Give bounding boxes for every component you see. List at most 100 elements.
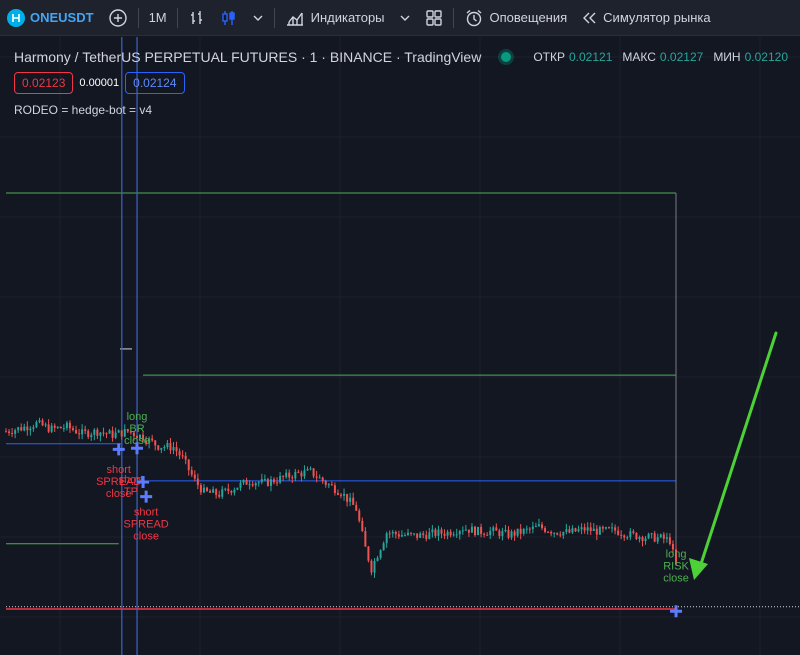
- candle-body: [388, 533, 391, 535]
- indicators-button[interactable]: Индикаторы: [278, 0, 392, 36]
- candle-body: [480, 526, 483, 534]
- candle-body: [568, 529, 571, 533]
- candle-body: [446, 531, 449, 536]
- candle-body: [647, 533, 650, 539]
- candle-body: [254, 483, 257, 486]
- chart-pane[interactable]: long BR close short SPREAD close short TP short S…: [0, 37, 800, 655]
- candle-body: [492, 527, 495, 531]
- candle-body: [75, 430, 78, 434]
- candle-body: [361, 520, 364, 532]
- trade-marker-plus-icon: [140, 490, 153, 503]
- candle-body: [327, 484, 330, 486]
- alerts-button[interactable]: Оповещения: [457, 0, 575, 36]
- candle-body: [178, 451, 181, 456]
- candle-body: [397, 534, 400, 537]
- candle-body: [333, 485, 336, 493]
- signal-label-line: TP: [124, 486, 138, 498]
- candle-body: [285, 472, 288, 477]
- candle-body: [617, 530, 620, 535]
- candle-body: [422, 533, 425, 536]
- candlestick-style-icon[interactable]: [213, 0, 245, 36]
- candle-body: [644, 538, 647, 542]
- candle-body: [416, 533, 419, 538]
- candle-body: [41, 420, 44, 426]
- candle-body: [181, 455, 184, 457]
- high-label: МАКС: [622, 50, 656, 64]
- candle-body: [336, 492, 339, 495]
- open-label: ОТКР: [533, 50, 565, 64]
- candle-body: [403, 535, 406, 537]
- indicator-legend[interactable]: RODEO = hedge-bot = v4: [14, 103, 794, 117]
- candle-body: [562, 532, 565, 536]
- candle-body: [245, 479, 248, 485]
- candle-body: [626, 537, 629, 539]
- interval-button[interactable]: 1M: [142, 0, 174, 36]
- candle-body: [276, 482, 279, 484]
- candle-body: [193, 474, 196, 479]
- chevron-down-icon[interactable]: [245, 0, 271, 36]
- candle-body: [105, 433, 108, 435]
- candle-body: [668, 537, 671, 545]
- candle-body: [470, 526, 473, 533]
- candle-body: [611, 527, 614, 529]
- candle-body: [410, 532, 413, 534]
- candle-body: [623, 535, 626, 538]
- indicators-icon: [285, 9, 305, 27]
- candle-body: [169, 442, 172, 451]
- candle-body: [379, 550, 382, 558]
- signal-label-line: close: [663, 572, 689, 584]
- replay-button[interactable]: Симулятор рынка: [574, 0, 717, 36]
- top-toolbar: ONEUSDT 1M Индикаторы Оповещения Симулят…: [0, 0, 800, 36]
- candle-body: [522, 529, 525, 534]
- candle-body: [312, 468, 315, 477]
- candle-body: [425, 535, 428, 539]
- candle-body: [269, 479, 272, 486]
- candle-body: [464, 529, 467, 531]
- buy-price-button[interactable]: 0.02124: [125, 72, 185, 94]
- sell-price-button[interactable]: 0.02123: [14, 72, 74, 94]
- candle-body: [440, 529, 443, 534]
- compare-add-icon[interactable]: [101, 0, 135, 36]
- symbol-search[interactable]: ONEUSDT: [0, 0, 101, 36]
- candle-body: [364, 531, 367, 547]
- bar-chart-style-icon[interactable]: [181, 0, 213, 36]
- candle-body: [78, 433, 81, 435]
- candle-body: [93, 429, 96, 435]
- candle-body: [330, 484, 333, 486]
- price-chart[interactable]: long BR closeshort SPREAD closeshort TPshort S…: [0, 37, 800, 655]
- candle-body: [166, 442, 169, 447]
- candle-body: [431, 529, 434, 533]
- candle-body: [635, 532, 638, 540]
- chevron-down-icon[interactable]: [392, 0, 418, 36]
- candle-body: [531, 526, 534, 530]
- low-label: МИН: [713, 50, 741, 64]
- toolbar-divider: [452, 7, 454, 28]
- candle-body: [650, 533, 653, 535]
- candle-body: [370, 560, 373, 573]
- candle-body: [279, 475, 282, 483]
- candle-body: [498, 530, 501, 537]
- candle-body: [550, 531, 553, 534]
- toolbar-divider: [273, 7, 275, 28]
- candle-body: [565, 529, 568, 533]
- candle-body: [458, 531, 461, 535]
- candle-body: [8, 431, 11, 433]
- candle-body: [467, 529, 470, 533]
- candle-body: [117, 430, 120, 433]
- candle-body: [653, 533, 656, 542]
- candle-body: [90, 434, 93, 437]
- candle-body: [358, 510, 361, 521]
- candle-body: [662, 534, 665, 539]
- candle-body: [541, 524, 543, 529]
- candle-body: [190, 470, 193, 475]
- signal-label-line: SPREAD: [124, 519, 169, 531]
- layout-grid-icon[interactable]: [418, 0, 450, 36]
- candle-body: [632, 531, 635, 533]
- signal-label-line: short: [134, 507, 158, 519]
- candle-body: [218, 494, 221, 497]
- candle-body: [14, 430, 17, 434]
- candle-body: [227, 488, 230, 492]
- candle-body: [443, 533, 446, 536]
- candle-body: [656, 537, 659, 542]
- candle-body: [595, 528, 598, 535]
